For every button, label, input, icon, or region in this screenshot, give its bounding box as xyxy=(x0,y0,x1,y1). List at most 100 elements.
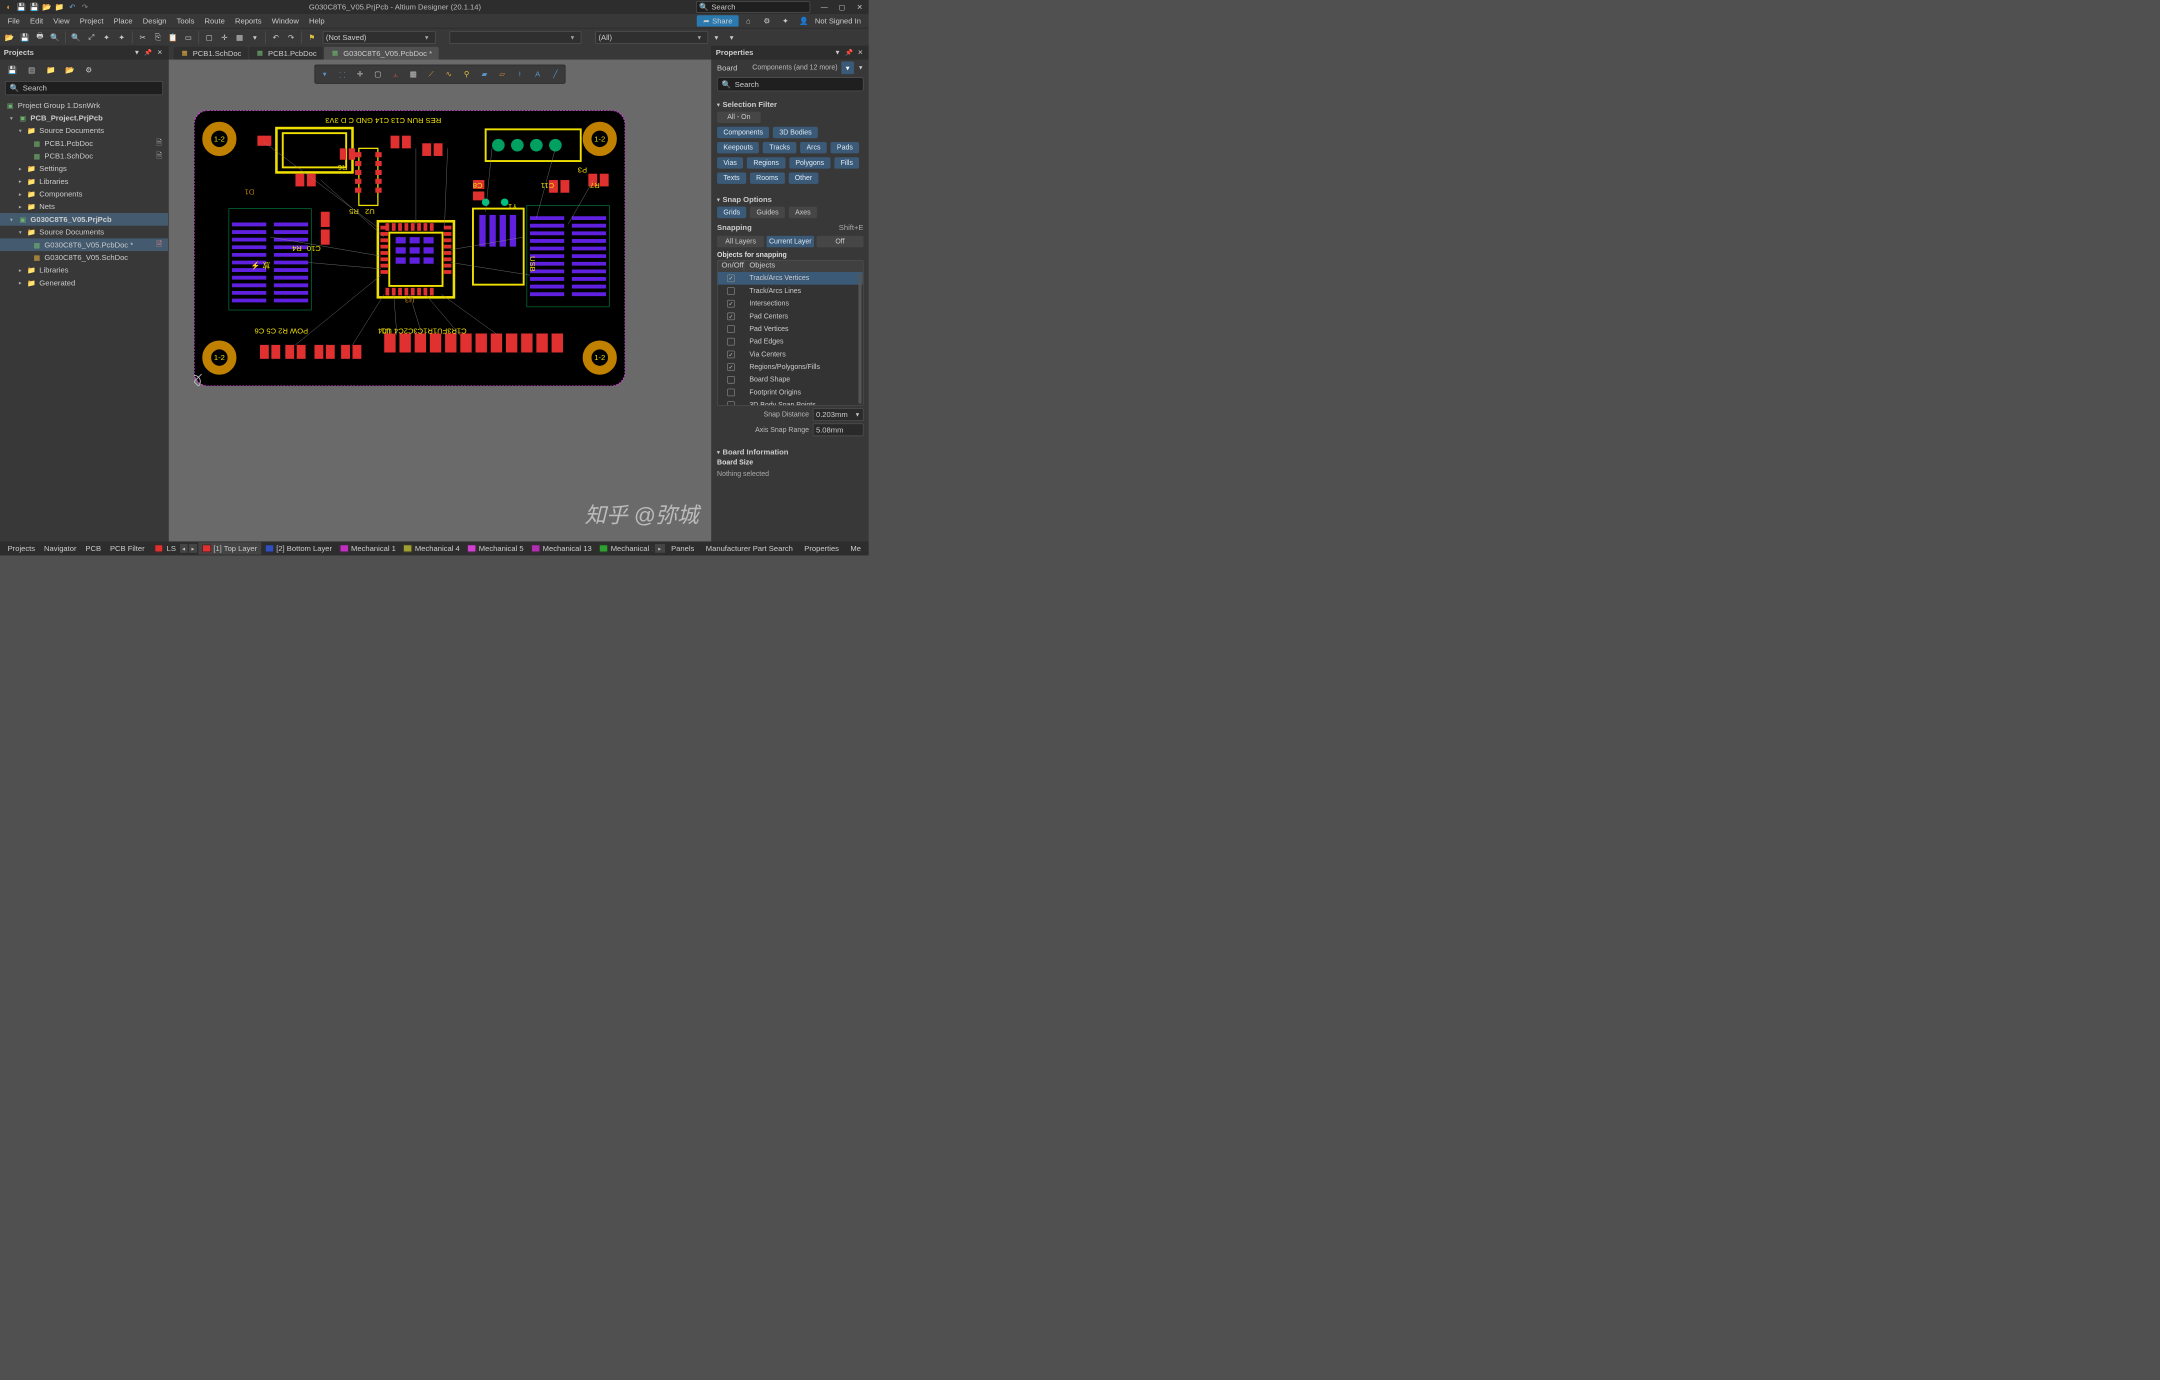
global-search-input[interactable]: 🔍 Search xyxy=(696,1,810,12)
qat-openproject-icon[interactable]: 📁 xyxy=(55,2,65,12)
tb-print-icon[interactable]: 🖶 xyxy=(33,30,47,44)
filter-keepouts-button[interactable]: Keepouts xyxy=(717,142,759,153)
snap-row[interactable]: ✓Intersections xyxy=(718,297,863,310)
tb-deselect-icon[interactable]: ▦ xyxy=(233,30,247,44)
tree-generated[interactable]: ▸📁Generated xyxy=(0,276,168,289)
snap-row[interactable]: Pad Vertices xyxy=(718,323,863,336)
tree-source-docs-2[interactable]: ▾📁Source Documents xyxy=(0,226,168,239)
snap-currentlayer-button[interactable]: Current Layer xyxy=(767,236,814,247)
home-icon[interactable]: ⌂ xyxy=(741,14,755,28)
tree-components[interactable]: ▸📁Components xyxy=(0,188,168,201)
statusbar-tab-pcb[interactable]: PCB xyxy=(82,541,105,555)
ab-via-icon[interactable]: ∿ xyxy=(442,67,456,81)
tree-doc-g030pcb[interactable]: ▦G030C8T6_V05.PcbDoc *🗎 xyxy=(0,238,168,251)
tb-zoomselected-icon[interactable]: ✦ xyxy=(100,30,114,44)
ab-align-icon[interactable]: ⫠ xyxy=(389,67,403,81)
filter-arcs-button[interactable]: Arcs xyxy=(800,142,827,153)
statusbar-panel-manufacturer-part-search[interactable]: Manufacturer Part Search xyxy=(701,544,798,553)
caret-right-icon[interactable]: ▸ xyxy=(16,191,24,198)
extensions-icon[interactable]: ✦ xyxy=(779,14,793,28)
snap-row[interactable]: ✓Pad Centers xyxy=(718,310,863,323)
filter-other-button[interactable]: Other xyxy=(788,172,818,183)
chevron-down-icon[interactable]: ▼ xyxy=(858,65,864,71)
signin-label[interactable]: Not Signed In xyxy=(815,16,861,25)
menu-route[interactable]: Route xyxy=(199,14,229,28)
proj-compile-icon[interactable]: ▤ xyxy=(25,63,38,76)
statusbar-panel-panels[interactable]: Panels xyxy=(666,544,699,553)
checkbox-icon[interactable] xyxy=(727,287,735,295)
qat-save-icon[interactable]: 💾 xyxy=(16,2,26,12)
snap-row[interactable]: ✓Track/Arcs Vertices xyxy=(718,272,863,285)
tree-libraries-1[interactable]: ▸📁Libraries xyxy=(0,175,168,188)
filter-combo[interactable]: (All)▼ xyxy=(595,31,708,44)
filter-texts-button[interactable]: Texts xyxy=(717,172,746,183)
checkbox-icon[interactable] xyxy=(727,325,735,333)
proj-sort-icon[interactable]: 📂 xyxy=(63,63,76,76)
layer-tab[interactable]: Mechanical 5 xyxy=(464,542,528,555)
caret-right-icon[interactable]: ▸ xyxy=(16,267,24,274)
tb-zoomin-icon[interactable]: ✦ xyxy=(115,30,129,44)
filter-pads-button[interactable]: Pads xyxy=(831,142,860,153)
filter-polygons-button[interactable]: Polygons xyxy=(789,157,830,168)
section-board-info[interactable]: ▾Board Information xyxy=(717,448,863,457)
filter-rooms-button[interactable]: Rooms xyxy=(750,172,785,183)
ab-dimension-icon[interactable]: ⟊ xyxy=(513,67,527,81)
proj-folder-icon[interactable]: 📁 xyxy=(44,63,57,76)
checkbox-icon[interactable]: ✓ xyxy=(727,363,735,371)
statusbar-panel-me[interactable]: Me xyxy=(845,544,866,553)
menu-design[interactable]: Design xyxy=(138,14,172,28)
window-close-button[interactable]: ✕ xyxy=(851,0,869,14)
ab-snap-icon[interactable]: ⸬ xyxy=(335,67,349,81)
config-combo[interactable]: (Not Saved)▼ xyxy=(323,31,436,44)
statusbar-tab-pcb-filter[interactable]: PCB Filter xyxy=(106,541,148,555)
checkbox-icon[interactable] xyxy=(727,376,735,384)
proj-settings-icon[interactable]: ⚙ xyxy=(82,63,95,76)
ab-line-icon[interactable]: ╱ xyxy=(548,67,562,81)
snap-row[interactable]: 3D Body Snap Points xyxy=(718,399,863,405)
gear-icon[interactable]: ⚙ xyxy=(760,14,774,28)
layer-tab[interactable]: [2] Bottom Layer xyxy=(261,542,336,555)
ab-selection-icon[interactable]: ▢ xyxy=(371,67,385,81)
snap-row[interactable]: Footprint Origins xyxy=(718,386,863,399)
tb-undo-icon[interactable]: ↶ xyxy=(269,30,283,44)
caret-right-icon[interactable]: ▸ xyxy=(16,203,24,210)
filter-vias-button[interactable]: Vias xyxy=(717,157,743,168)
tb-rubber-icon[interactable]: ▭ xyxy=(181,30,195,44)
tb-zoomarea-icon[interactable]: 🔍 xyxy=(69,30,83,44)
menu-tools[interactable]: Tools xyxy=(172,14,200,28)
tb-zoomfit-icon[interactable]: ⤢ xyxy=(84,30,98,44)
tb-filterapply-icon[interactable]: ▾ xyxy=(709,30,723,44)
ab-route-icon[interactable]: ⟋ xyxy=(424,67,438,81)
snap-distance-input[interactable]: 0.203mm▼ xyxy=(813,408,864,421)
menu-window[interactable]: Window xyxy=(267,14,304,28)
menu-view[interactable]: View xyxy=(48,14,74,28)
properties-search-input[interactable]: 🔍 Search xyxy=(717,77,863,91)
doctab-pcb1pcb[interactable]: ▦PCB1.PcbDoc xyxy=(249,47,323,60)
tb-drc-icon[interactable]: ⚑ xyxy=(305,30,319,44)
filter-3d-bodies-button[interactable]: 3D Bodies xyxy=(773,127,818,138)
caret-right-icon[interactable]: ▸ xyxy=(16,178,24,185)
window-minimize-button[interactable]: — xyxy=(815,0,833,14)
snap-grids-button[interactable]: Grids xyxy=(717,207,746,218)
caret-right-icon[interactable]: ▸ xyxy=(16,279,24,286)
checkbox-icon[interactable] xyxy=(727,338,735,346)
caret-down-icon[interactable]: ▾ xyxy=(8,114,16,121)
projects-search-input[interactable]: 🔍 Search xyxy=(5,81,163,95)
filter-toggle-button[interactable]: ▾ xyxy=(841,61,854,74)
ab-polygon-icon[interactable]: ▱ xyxy=(495,67,509,81)
user-icon[interactable]: 👤 xyxy=(797,14,811,28)
snap-row[interactable]: Board Shape xyxy=(718,373,863,386)
checkbox-icon[interactable]: ✓ xyxy=(727,313,735,321)
checkbox-icon[interactable] xyxy=(727,389,735,397)
snap-row[interactable]: Track/Arcs Lines xyxy=(718,285,863,298)
qat-saveall-icon[interactable]: 💾 xyxy=(29,2,39,12)
ab-pad-icon[interactable]: ⚲ xyxy=(460,67,474,81)
qat-open-icon[interactable]: 📂 xyxy=(42,2,52,12)
snap-guides-button[interactable]: Guides xyxy=(750,207,785,218)
ab-fill-icon[interactable]: ▰ xyxy=(477,67,491,81)
tree-source-docs-1[interactable]: ▾📁Source Documents xyxy=(0,124,168,137)
snap-row[interactable]: ✓Regions/Polygons/Fills xyxy=(718,361,863,374)
checkbox-icon[interactable]: ✓ xyxy=(727,351,735,359)
panel-dropdown-icon[interactable]: ▼ xyxy=(833,48,842,57)
pcb-board-view[interactable]: 1-2 1-2 1-2 1-2 RES RUN C13 C14 GND C D … xyxy=(194,110,625,386)
